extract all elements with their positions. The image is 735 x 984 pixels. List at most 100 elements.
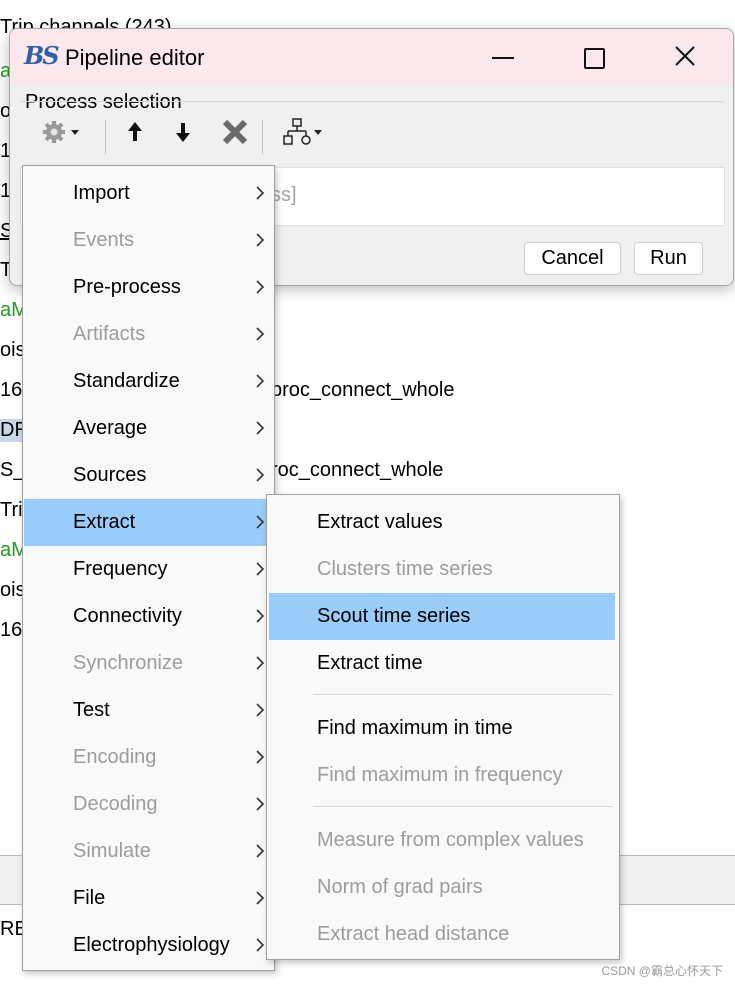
menu-item-file[interactable]: File [24, 875, 271, 922]
chevron-right-icon [256, 562, 265, 576]
menu-item-label: Electrophysiology [73, 934, 230, 956]
submenu-item-label: Measure from complex values [317, 829, 584, 851]
chevron-right-icon [256, 233, 265, 247]
menu-item-simulate[interactable]: Simulate [24, 828, 271, 875]
menu-item-events[interactable]: Events [24, 217, 271, 264]
menu-item-label: Average [73, 417, 148, 439]
menu-item-label: Encoding [73, 746, 157, 768]
submenu-item-label: Clusters time series [317, 558, 493, 580]
background-tree-item[interactable]: 16 [0, 619, 22, 642]
menu-item-decoding[interactable]: Decoding [24, 781, 271, 828]
chevron-right-icon [256, 938, 265, 952]
pipeline-menu-button[interactable] [276, 118, 330, 146]
menu-item-label: Sources [73, 464, 147, 486]
chevron-right-icon [256, 327, 265, 341]
submenu-item-label: Extract time [317, 652, 423, 674]
process-toolbar [20, 101, 723, 162]
submenu-item-scout-time-series[interactable]: Scout time series [269, 593, 615, 640]
maximize-button[interactable] [570, 29, 616, 85]
menu-item-label: Connectivity [73, 605, 182, 627]
chevron-right-icon [256, 515, 265, 529]
chevron-right-icon [256, 280, 265, 294]
menu-item-extract[interactable]: Extract [24, 499, 271, 546]
pipeline-tree-icon [283, 118, 311, 145]
menu-item-label: Decoding [73, 793, 158, 815]
menu-item-label: Events [73, 229, 135, 251]
move-up-button[interactable] [120, 118, 150, 146]
toolbar-separator [105, 120, 106, 154]
submenu-item-norm-of-grad-pairs[interactable]: Norm of grad pairs [269, 864, 615, 911]
background-tree-item-label[interactable]: roc_connect_whole [271, 459, 443, 482]
menu-item-synchronize[interactable]: Synchronize [24, 640, 271, 687]
background-tree-item[interactable]: Tri [0, 499, 23, 522]
submenu-item-label: Norm of grad pairs [317, 876, 483, 898]
chevron-right-icon [256, 421, 265, 435]
menu-item-sources[interactable]: Sources [24, 452, 271, 499]
menu-item-label: File [73, 887, 106, 909]
submenu-item-label: Scout time series [317, 605, 471, 627]
close-icon [675, 46, 695, 66]
background-tree-item[interactable]: 16 [0, 379, 22, 402]
menu-item-artifacts[interactable]: Artifacts [24, 311, 271, 358]
chevron-right-icon [256, 609, 265, 623]
title-bar[interactable]: BS Pipeline editor [10, 29, 733, 85]
menu-item-average[interactable]: Average [24, 405, 271, 452]
run-button[interactable]: Run [634, 242, 703, 275]
background-tree-item-label[interactable]: proc_connect_whole [271, 379, 454, 402]
menu-item-label: Test [73, 699, 110, 721]
menu-item-label: Pre-process [73, 276, 181, 298]
submenu-item-find-maximum-in-time[interactable]: Find maximum in time [269, 705, 615, 752]
extract-submenu: Extract values Clusters time series Scout … [266, 494, 620, 960]
delete-process-button[interactable] [218, 118, 252, 146]
toolbar-separator [262, 120, 263, 154]
chevron-down-icon [314, 130, 322, 135]
submenu-item-label: Find maximum in frequency [317, 764, 563, 786]
submenu-item-extract-time[interactable]: Extract time [269, 640, 615, 687]
chevron-right-icon [256, 703, 265, 717]
window-title: Pipeline editor [65, 45, 205, 70]
chevron-right-icon [256, 891, 265, 905]
chevron-right-icon [256, 750, 265, 764]
watermark: CSDN @霸总心怀天下 [601, 964, 723, 978]
menu-separator [313, 694, 613, 695]
process-category-menu: Import Events Pre-process Artifacts Standard… [22, 165, 275, 971]
submenu-item-label: Find maximum in time [317, 717, 513, 739]
chevron-right-icon [256, 844, 265, 858]
add-process-button[interactable] [36, 118, 86, 146]
submenu-item-label: Extract head distance [317, 923, 510, 945]
delete-icon [222, 119, 248, 145]
cancel-button[interactable]: Cancel [524, 242, 621, 275]
submenu-item-label: Extract values [317, 511, 443, 533]
menu-item-standardize[interactable]: Standardize [24, 358, 271, 405]
menu-item-frequency[interactable]: Frequency [24, 546, 271, 593]
chevron-right-icon [256, 656, 265, 670]
submenu-item-find-maximum-in-frequency[interactable]: Find maximum in frequency [269, 752, 615, 799]
chevron-right-icon [256, 186, 265, 200]
menu-item-label: Artifacts [73, 323, 146, 345]
menu-item-import[interactable]: Import [24, 170, 271, 217]
submenu-item-extract-values[interactable]: Extract values [269, 499, 615, 546]
menu-item-label: Frequency [73, 558, 168, 580]
menu-item-encoding[interactable]: Encoding [24, 734, 271, 781]
chevron-down-icon [71, 130, 79, 135]
gear-icon [43, 121, 65, 143]
submenu-item-measure-from-complex-values[interactable]: Measure from complex values [269, 817, 615, 864]
menu-item-label: Standardize [73, 370, 180, 392]
menu-item-electrophysiology[interactable]: Electrophysiology [24, 922, 271, 969]
minimize-button[interactable] [480, 29, 526, 85]
menu-separator [313, 806, 613, 807]
submenu-item-extract-head-distance[interactable]: Extract head distance [269, 911, 615, 958]
brainstorm-logo-icon: BS [24, 41, 60, 70]
chevron-right-icon [256, 468, 265, 482]
close-button[interactable] [662, 29, 708, 85]
submenu-item-clusters-time-series[interactable]: Clusters time series [269, 546, 615, 593]
menu-item-test[interactable]: Test [24, 687, 271, 734]
chevron-right-icon [256, 797, 265, 811]
menu-item-connectivity[interactable]: Connectivity [24, 593, 271, 640]
arrow-down-icon [176, 123, 190, 142]
menu-item-pre-process[interactable]: Pre-process [24, 264, 271, 311]
menu-item-label: Import [73, 182, 130, 204]
move-down-button[interactable] [168, 118, 198, 146]
menu-item-label: Extract [73, 511, 136, 533]
menu-item-label: Simulate [73, 840, 151, 862]
